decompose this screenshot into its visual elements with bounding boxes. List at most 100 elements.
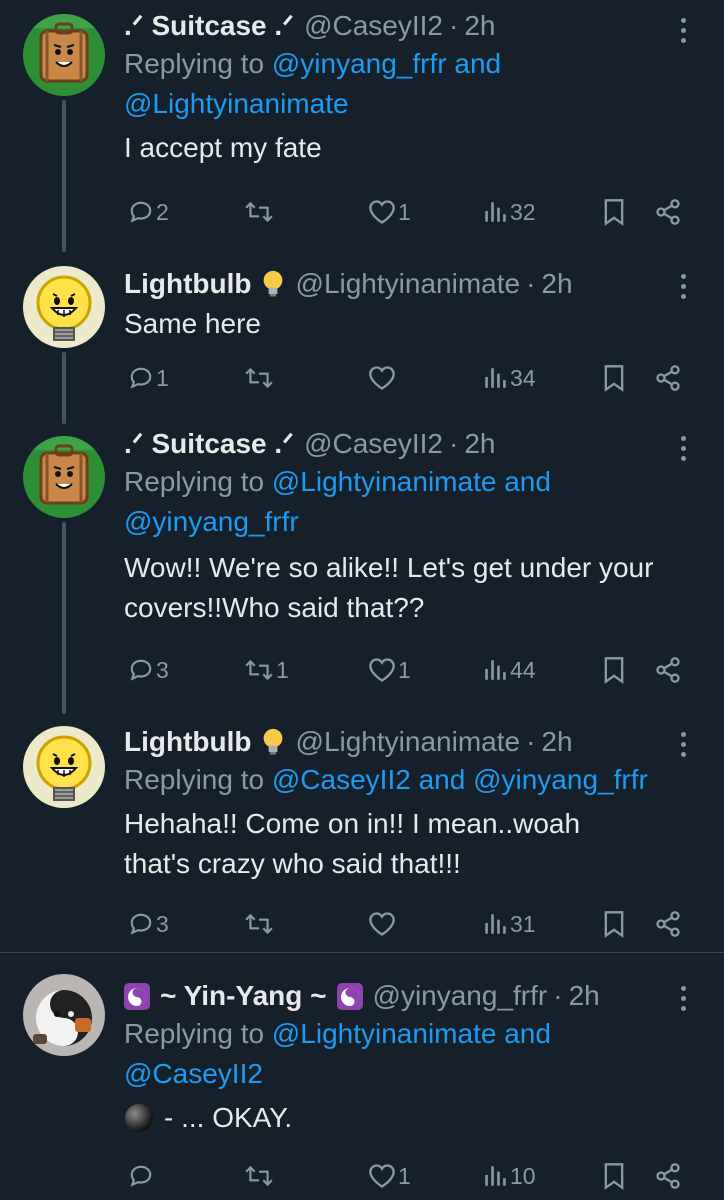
bookmark-button[interactable]: [602, 192, 626, 232]
more-options-icon[interactable]: [678, 18, 688, 44]
display-name-text: Lightbulb: [124, 268, 252, 299]
and-text[interactable]: and: [419, 764, 466, 795]
tweet-text-line: Wow!! We're so alike!! Let's get under y…: [124, 552, 654, 583]
like-button[interactable]: [368, 358, 398, 398]
bookmark-button[interactable]: [602, 650, 626, 690]
more-options-icon[interactable]: [678, 986, 688, 1012]
view-count: 34: [510, 364, 536, 391]
display-name[interactable]: Lightbulb: [124, 266, 286, 302]
like-button[interactable]: 1: [368, 650, 411, 690]
view-count: 31: [510, 910, 536, 937]
and-text[interactable]: and: [504, 466, 551, 497]
views-button[interactable]: 44: [482, 650, 536, 690]
tweet-1[interactable]: .ᐟ Suitcase .ᐟ @CaseyII2 · 2h Replying t…: [0, 0, 724, 252]
tweet-text: I accept my fate: [124, 132, 322, 163]
repost-button[interactable]: [244, 1156, 276, 1196]
like-count: 1: [398, 656, 411, 683]
share-button[interactable]: [654, 650, 682, 690]
repost-button[interactable]: [244, 358, 276, 398]
mention-link[interactable]: @Lightyinanimate: [272, 466, 497, 497]
repost-icon: [245, 1165, 273, 1187]
views-button[interactable]: 31: [482, 904, 536, 944]
timestamp[interactable]: 2h: [569, 978, 600, 1014]
more-options-icon[interactable]: [678, 732, 688, 758]
like-button[interactable]: [368, 904, 398, 944]
tweet-4[interactable]: Lightbulb @Lightyinanimate · 2h Replying…: [0, 714, 724, 960]
views-button[interactable]: 32: [482, 192, 536, 232]
user-handle[interactable]: @yinyang_frfr: [373, 978, 548, 1014]
mention-link[interactable]: @CaseyII2: [272, 764, 411, 795]
replying-to-label: Replying to: [124, 1018, 265, 1049]
view-count: 44: [510, 656, 536, 683]
share-button[interactable]: [654, 904, 682, 944]
tweet-actions: 2 1 32: [124, 192, 692, 232]
tweet-text: Same here: [124, 308, 261, 339]
repost-button[interactable]: [244, 904, 276, 944]
and-text[interactable]: and: [504, 1018, 551, 1049]
view-count: 32: [510, 198, 536, 225]
heart-icon: [369, 912, 395, 936]
mention-link[interactable]: @Lightyinanimate: [124, 88, 349, 119]
replying-to: Replying to @yinyang_frfr and @Lightyina…: [124, 44, 694, 124]
user-handle[interactable]: @CaseyII2: [304, 8, 443, 44]
user-handle[interactable]: @Lightyinanimate: [296, 724, 521, 760]
replying-to-label: Replying to: [124, 764, 265, 795]
avatar[interactable]: [23, 14, 105, 96]
reply-icon: [130, 659, 152, 681]
timestamp[interactable]: 2h: [541, 266, 572, 302]
and-text[interactable]: and: [454, 48, 501, 79]
more-options-icon[interactable]: [678, 274, 688, 300]
divider: [0, 952, 724, 953]
reply-button[interactable]: [128, 1156, 156, 1196]
more-options-icon[interactable]: [678, 436, 688, 462]
heart-icon: [369, 1164, 395, 1188]
bookmark-button[interactable]: [602, 358, 626, 398]
mention-link[interactable]: @yinyang_frfr: [124, 506, 299, 537]
reply-count: 1: [156, 364, 169, 391]
mention-link[interactable]: @CaseyII2: [124, 1058, 263, 1089]
views-icon: [485, 368, 506, 388]
heart-icon: [369, 366, 395, 390]
views-button[interactable]: 10: [482, 1156, 536, 1196]
mention-link[interactable]: @Lightyinanimate: [272, 1018, 497, 1049]
like-count: 1: [398, 198, 411, 225]
tweet-5[interactable]: ~ Yin-Yang ~ @yinyang_frfr · 2h Replying…: [0, 960, 724, 1200]
display-name[interactable]: ~ Yin-Yang ~: [124, 978, 363, 1014]
views-button[interactable]: 34: [482, 358, 536, 398]
tweet-text-line: - ... OKAY.: [164, 1102, 293, 1133]
repost-button[interactable]: [244, 192, 276, 232]
timestamp[interactable]: 2h: [541, 724, 572, 760]
reply-button[interactable]: 1: [128, 358, 169, 398]
timestamp[interactable]: 2h: [464, 8, 495, 44]
tweet-2[interactable]: Lightbulb @Lightyinanimate · 2h Same her…: [0, 252, 724, 424]
bookmark-button[interactable]: [602, 1156, 626, 1196]
repost-button[interactable]: 1: [244, 650, 289, 690]
share-button[interactable]: [654, 358, 682, 398]
avatar[interactable]: [23, 974, 105, 1056]
display-name[interactable]: .ᐟ Suitcase .ᐟ: [124, 426, 294, 462]
timestamp[interactable]: 2h: [464, 426, 495, 462]
avatar[interactable]: [23, 266, 105, 348]
reply-button[interactable]: 2: [128, 192, 169, 232]
like-button[interactable]: 1: [368, 192, 411, 232]
thread-connector: [62, 352, 66, 424]
tweet-3[interactable]: .ᐟ Suitcase .ᐟ @CaseyII2 · 2h Replying t…: [0, 424, 724, 714]
reply-button[interactable]: 3: [128, 650, 169, 690]
share-button[interactable]: [654, 192, 682, 232]
user-handle[interactable]: @Lightyinanimate: [296, 266, 521, 302]
share-button[interactable]: [654, 1156, 682, 1196]
separator-dot: ·: [553, 980, 563, 1011]
reply-button[interactable]: 3: [128, 904, 169, 944]
view-count: 10: [510, 1162, 536, 1189]
avatar[interactable]: [23, 726, 105, 808]
like-button[interactable]: 1: [368, 1156, 411, 1196]
user-handle[interactable]: @CaseyII2: [304, 426, 443, 462]
mention-link[interactable]: @yinyang_frfr: [473, 764, 648, 795]
display-name[interactable]: .ᐟ Suitcase .ᐟ: [124, 8, 294, 44]
display-name[interactable]: Lightbulb: [124, 724, 286, 760]
bookmark-button[interactable]: [602, 904, 626, 944]
mention-link[interactable]: @yinyang_frfr: [272, 48, 447, 79]
share-icon: [656, 657, 680, 683]
avatar[interactable]: [23, 436, 105, 518]
tweet-header: .ᐟ Suitcase .ᐟ @CaseyII2 · 2h: [124, 426, 694, 462]
